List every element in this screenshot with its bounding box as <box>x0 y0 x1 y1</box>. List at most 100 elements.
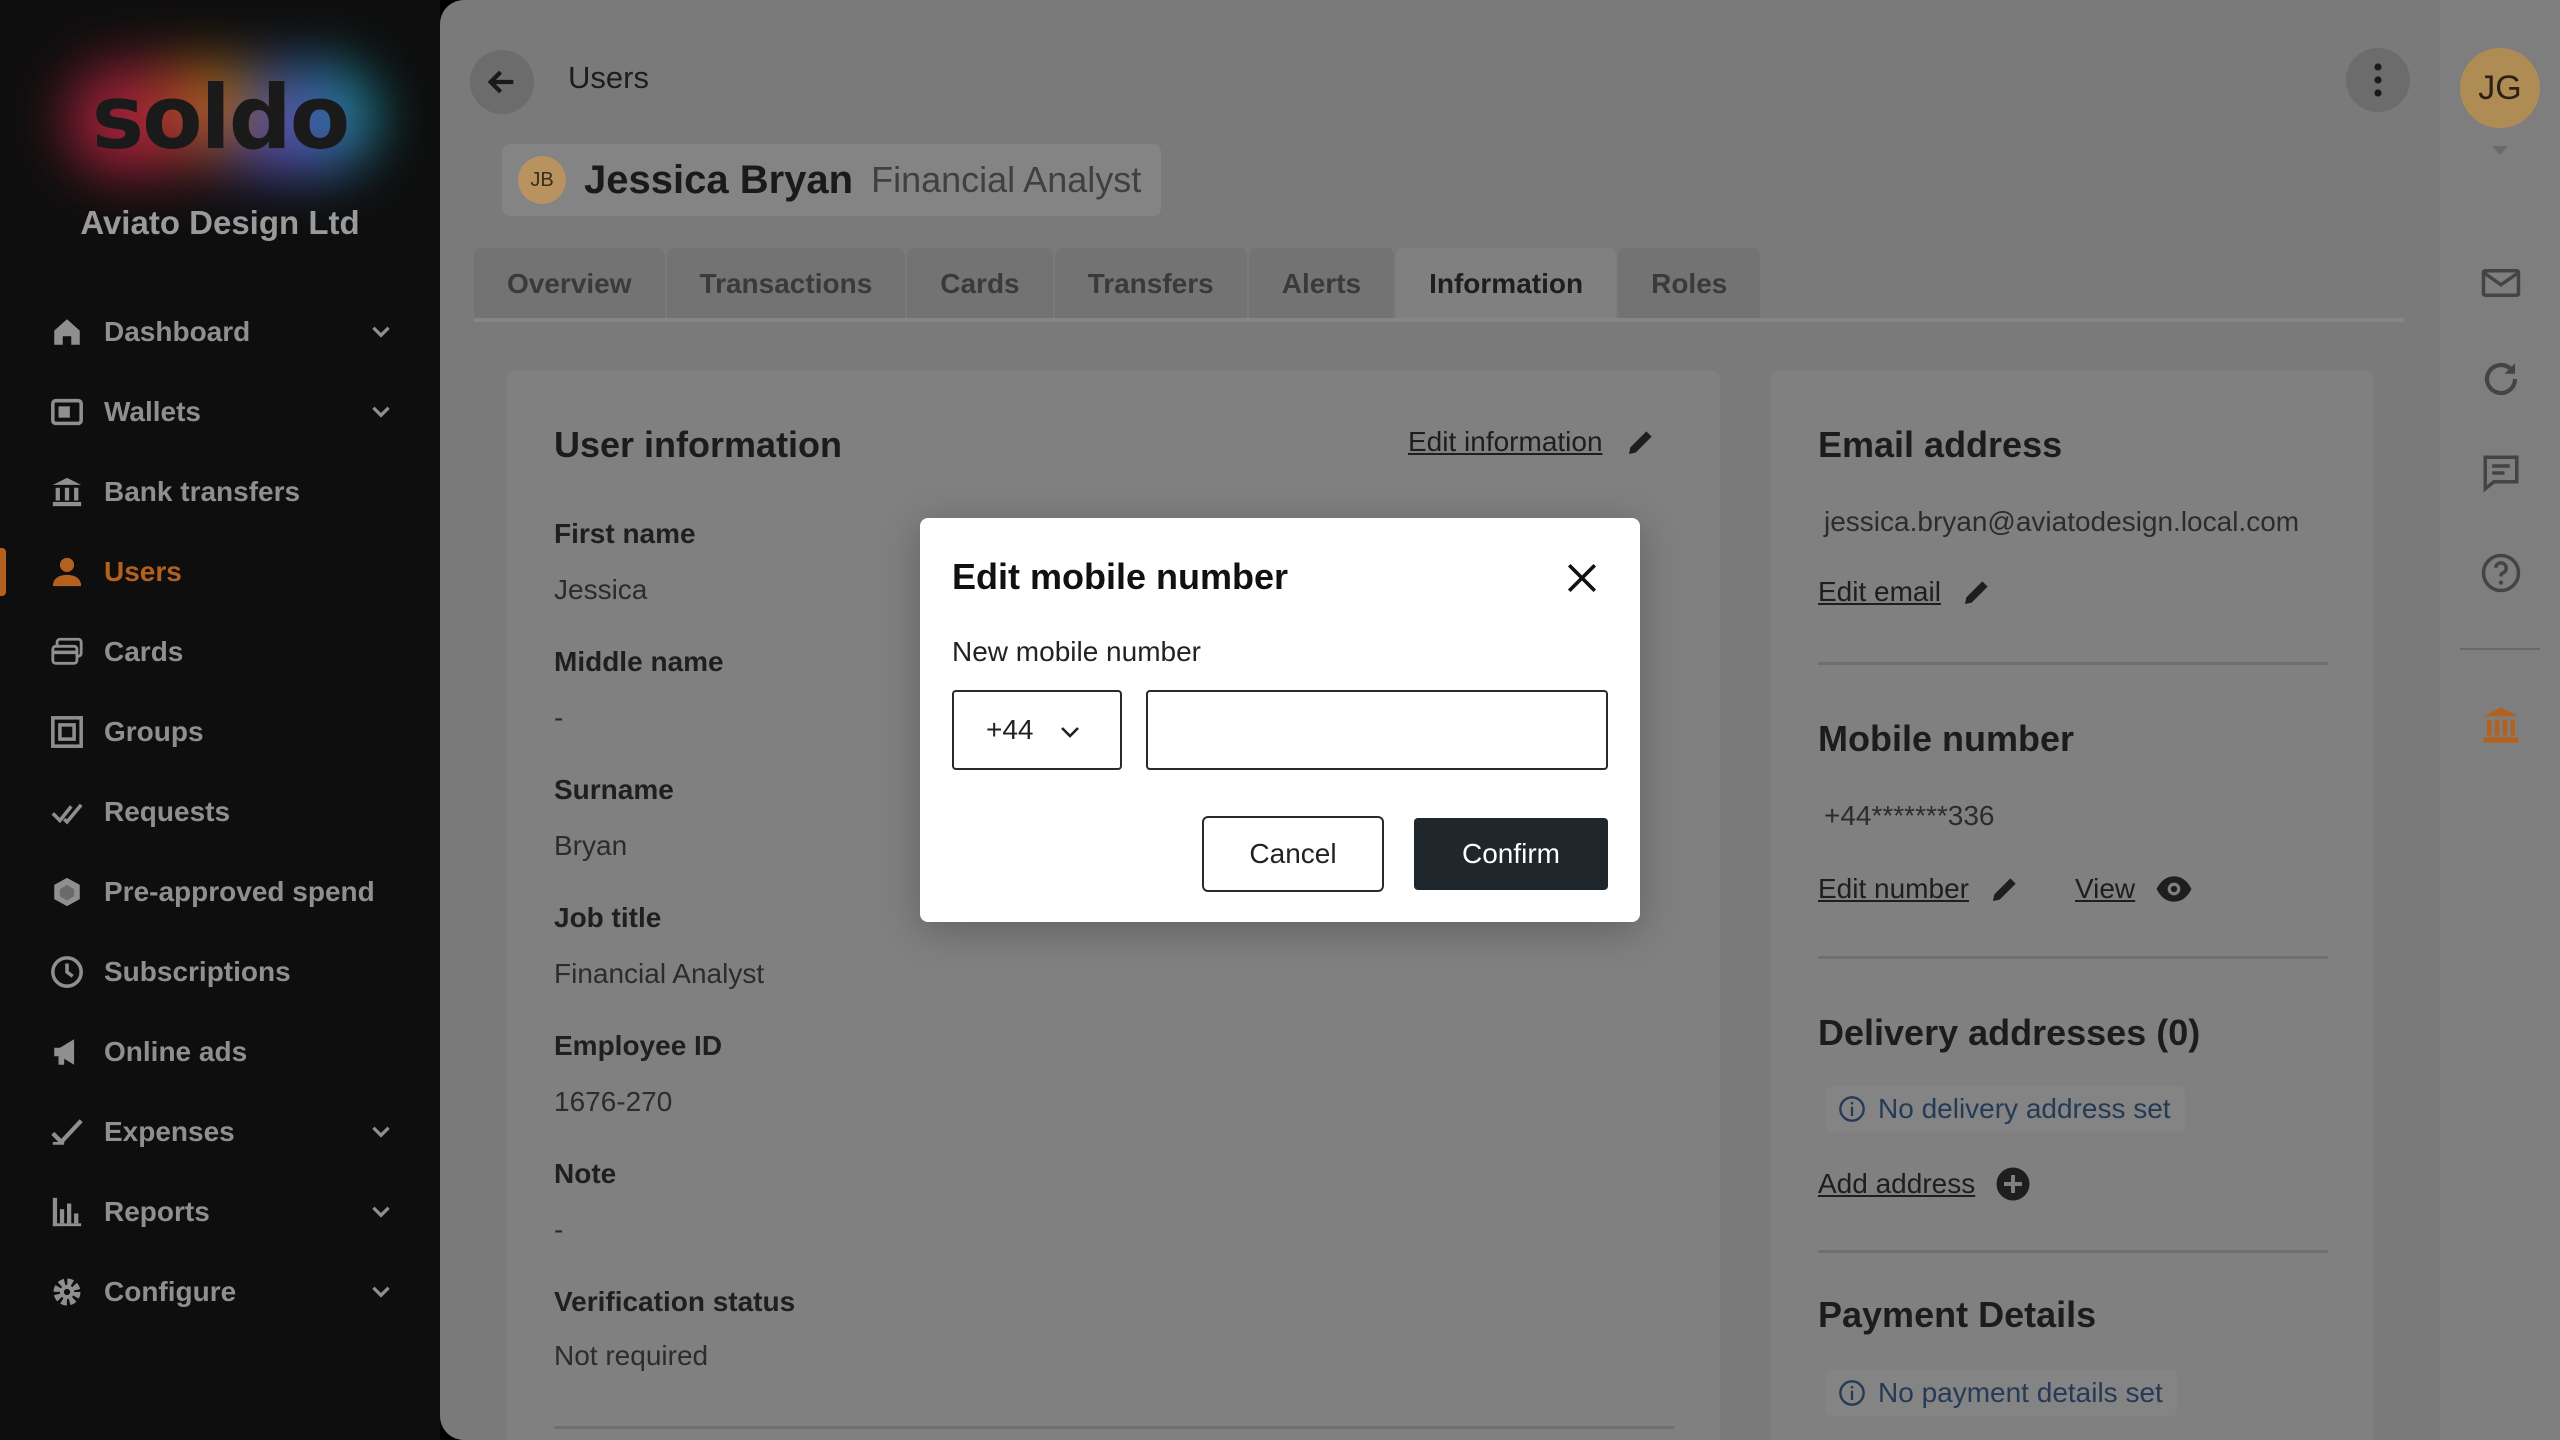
edit-email-label: Edit email <box>1818 576 1941 607</box>
sidebar-item-label: Requests <box>104 796 231 827</box>
sidebar-item-configure[interactable]: Configure <box>0 1252 440 1332</box>
field-value: Jessica <box>554 574 648 605</box>
requests-icon <box>50 795 84 829</box>
user-role: Financial Analyst <box>871 159 1142 200</box>
field-label: Surname <box>554 774 674 805</box>
tab-roles[interactable]: Roles <box>1618 248 1763 320</box>
tab-cards[interactable]: Cards <box>907 248 1055 320</box>
field-label: Employee ID <box>554 1030 723 1061</box>
tab-alerts[interactable]: Alerts <box>1248 248 1397 320</box>
sidebar-item-cards[interactable]: Cards <box>0 612 440 692</box>
chevron-down-icon <box>372 1286 390 1298</box>
edit-email-link[interactable]: Edit email <box>1818 576 1993 608</box>
field-value: - <box>554 702 564 733</box>
refresh-icon[interactable] <box>2480 358 2522 400</box>
sidebar-item-label: Users <box>104 556 182 587</box>
pencil-icon <box>1992 878 2016 901</box>
sidebar-item-wallets[interactable]: Wallets <box>0 372 440 452</box>
email-value: jessica.bryan@aviatodesign.local.com <box>1824 506 2300 537</box>
more-options-button[interactable] <box>2346 48 2410 112</box>
field-value: Financial Analyst <box>554 958 765 989</box>
close-icon <box>1567 563 1597 593</box>
sidebar-item-reports[interactable]: Reports <box>0 1172 440 1252</box>
chevron-down-icon <box>372 326 390 338</box>
kebab-menu-icon <box>2374 63 2382 97</box>
tab-transactions[interactable]: Transactions <box>666 248 908 320</box>
payment-section-title: Payment Details <box>1818 1294 2097 1335</box>
sidebar-item-expenses[interactable]: Expenses <box>0 1092 440 1172</box>
sidebar-item-label: Online ads <box>104 1036 248 1067</box>
cards-icon <box>50 635 84 669</box>
no-payment-text: No payment details set <box>1878 1377 2163 1408</box>
sidebar-item-label: Dashboard <box>104 316 251 347</box>
edit-information-link[interactable]: Edit information <box>1408 426 1657 458</box>
sidebar-item-label: Pre-approved spend <box>104 876 375 907</box>
sidebar-item-label: Reports <box>104 1196 210 1227</box>
divider <box>1818 1250 2328 1253</box>
field-value: Bryan <box>554 830 628 861</box>
contact-details-card: Email address jessica.bryan@aviatodesign… <box>1770 370 2374 1440</box>
chevron-down-icon <box>372 1126 390 1138</box>
cancel-button[interactable]: Cancel <box>1202 816 1384 892</box>
sidebar-item-label: Expenses <box>104 1116 235 1147</box>
field-value: 1676-270 <box>554 1086 673 1117</box>
user-name: Jessica Bryan <box>584 157 854 202</box>
sidebar-nav: Dashboard Wallets Bank transfers Users C… <box>0 292 440 1332</box>
tab-overview[interactable]: Overview <box>474 248 667 320</box>
mobile-value: +44*******336 <box>1824 800 1995 831</box>
divider <box>2460 648 2540 650</box>
arrow-left-icon <box>487 70 514 94</box>
tab-transfers[interactable]: Transfers <box>1054 248 1249 320</box>
close-button[interactable] <box>1558 554 1606 602</box>
sidebar-item-bank-transfers[interactable]: Bank transfers <box>0 452 440 532</box>
tab-information[interactable]: Information <box>1396 248 1619 320</box>
field-label: Middle name <box>554 646 724 677</box>
mail-icon[interactable] <box>2480 262 2522 304</box>
sidebar-item-subscriptions[interactable]: Subscriptions <box>0 932 440 1012</box>
edit-information-label: Edit information <box>1408 426 1603 457</box>
back-button[interactable] <box>470 50 534 114</box>
sidebar-item-label: Subscriptions <box>104 956 291 987</box>
mobile-section-title: Mobile number <box>1818 718 2075 759</box>
sidebar-item-online-ads[interactable]: Online ads <box>0 1012 440 1092</box>
sidebar-item-label: Bank transfers <box>104 476 301 507</box>
help-icon[interactable] <box>2480 552 2522 594</box>
caret-down-icon[interactable] <box>2488 144 2512 158</box>
add-address-link[interactable]: Add address <box>1818 1166 2031 1202</box>
chat-icon[interactable] <box>2480 452 2522 494</box>
sidebar-item-requests[interactable]: Requests <box>0 772 440 852</box>
account-avatar[interactable]: JG <box>2460 48 2540 128</box>
right-toolbar: JG <box>2440 0 2560 1440</box>
company-name: Aviato Design Ltd <box>80 204 360 241</box>
megaphone-icon <box>50 1035 84 1069</box>
divider <box>554 1426 1674 1429</box>
sidebar-item-dashboard[interactable]: Dashboard <box>0 292 440 372</box>
sidebar-item-label: Wallets <box>104 396 201 427</box>
email-section-title: Email address <box>1818 424 2063 465</box>
groups-icon <box>50 715 84 749</box>
view-number-link[interactable]: View <box>2075 873 2135 905</box>
confirm-button[interactable]: Confirm <box>1414 818 1608 890</box>
field-label: Note <box>554 1158 617 1189</box>
field-value: - <box>554 1214 564 1245</box>
bank-icon[interactable] <box>2480 704 2522 746</box>
info-icon <box>1839 1380 1865 1406</box>
gear-icon <box>50 1275 84 1309</box>
sidebar-item-users[interactable]: Users <box>0 532 440 612</box>
no-delivery-notice: No delivery address set <box>1826 1086 2185 1132</box>
add-address-label: Add address <box>1818 1168 1976 1199</box>
reports-icon <box>50 1195 84 1229</box>
eye-icon <box>2156 876 2192 902</box>
country-code-select[interactable]: +44 <box>952 690 1122 770</box>
country-code-value: +44 <box>986 714 1034 745</box>
soldo-logo[interactable]: soldo <box>60 58 380 178</box>
chevron-down-icon <box>1061 727 1079 738</box>
wallet-icon <box>50 395 84 429</box>
mobile-number-input[interactable] <box>1146 690 1608 770</box>
divider <box>1818 662 2328 665</box>
sidebar-item-pre-approved-spend[interactable]: Pre-approved spend <box>0 852 440 932</box>
avatar: JB <box>518 156 566 204</box>
edit-number-link[interactable]: Edit number <box>1818 873 1969 905</box>
breadcrumb: Users <box>568 60 649 95</box>
sidebar-item-groups[interactable]: Groups <box>0 692 440 772</box>
